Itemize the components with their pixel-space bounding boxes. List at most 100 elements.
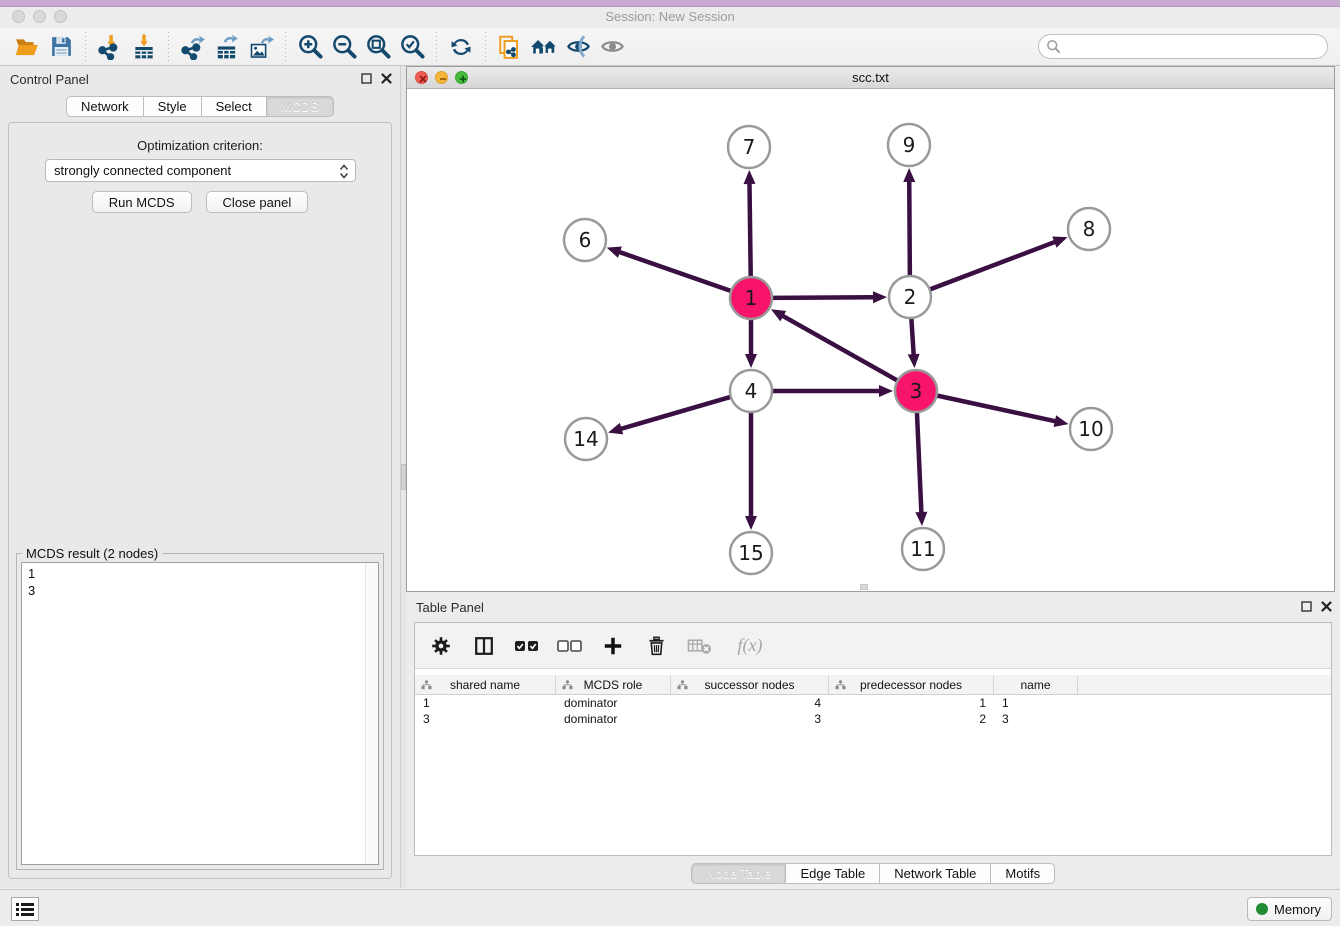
graph-edge-4-3[interactable] xyxy=(771,385,893,397)
select-all-columns-button[interactable] xyxy=(513,631,541,661)
export-image-button[interactable] xyxy=(244,31,278,63)
import-network-button[interactable] xyxy=(93,31,127,63)
cell-predecessor-nodes[interactable]: 2 xyxy=(829,712,994,726)
node-label: 1 xyxy=(745,286,758,310)
graph-node-15[interactable]: 15 xyxy=(730,532,772,574)
show-welcome-button[interactable] xyxy=(527,31,561,63)
export-network-button[interactable] xyxy=(176,31,210,63)
graph-edge-3-10[interactable] xyxy=(936,395,1069,427)
node-label: 4 xyxy=(745,379,758,403)
graph-edge-2-3[interactable] xyxy=(908,317,920,368)
deselect-all-columns-button[interactable] xyxy=(556,631,584,661)
toolbar-separator xyxy=(436,32,437,62)
cell-mcds-role[interactable]: dominator xyxy=(556,712,671,726)
table-settings-button[interactable] xyxy=(427,631,455,661)
float-panel-icon[interactable] xyxy=(361,73,372,84)
delete-table-icon xyxy=(687,636,712,656)
optimization-criterion-select[interactable]: strongly connected component xyxy=(45,159,356,182)
column-header-shared-name[interactable]: shared name xyxy=(415,675,556,694)
zoom-out-button[interactable] xyxy=(327,31,361,63)
edge-arrowhead xyxy=(873,291,887,303)
hierarchy-icon xyxy=(421,680,432,690)
network-canvas[interactable]: 1 2 3 4 6 7 8 9 10 11 14 15 xyxy=(407,89,1334,591)
table-row[interactable]: 1 dominator 4 1 1 xyxy=(415,695,1331,711)
search-input[interactable] xyxy=(1038,34,1328,59)
tab-network-table[interactable]: Network Table xyxy=(879,863,991,884)
delete-column-button[interactable] xyxy=(642,631,670,661)
tab-edge-table[interactable]: Edge Table xyxy=(785,863,880,884)
network-window-titlebar[interactable]: scc.txt xyxy=(407,67,1334,89)
graph-node-11[interactable]: 11 xyxy=(902,528,944,570)
export-table-button[interactable] xyxy=(210,31,244,63)
task-history-button[interactable] xyxy=(11,897,39,921)
column-header-predecessor-nodes[interactable]: predecessor nodes xyxy=(829,675,994,694)
graph-node-10[interactable]: 10 xyxy=(1070,408,1112,450)
hide-graphics-button[interactable] xyxy=(561,31,595,63)
cell-successor-nodes[interactable]: 4 xyxy=(671,696,829,710)
tab-select[interactable]: Select xyxy=(201,96,267,117)
memory-button[interactable]: Memory xyxy=(1247,897,1332,921)
graph-edge-2-9[interactable] xyxy=(903,168,915,277)
zoom-in-button[interactable] xyxy=(293,31,327,63)
graph-edge-1-2[interactable] xyxy=(771,291,887,303)
graph-node-8[interactable]: 8 xyxy=(1068,208,1110,250)
tab-node-table[interactable]: Node Table xyxy=(691,863,787,884)
graph-node-9[interactable]: 9 xyxy=(888,124,930,166)
zoom-fit-button[interactable] xyxy=(361,31,395,63)
graph-node-2[interactable]: 2 xyxy=(889,276,931,318)
column-header-name[interactable]: name xyxy=(994,675,1078,694)
tab-style[interactable]: Style xyxy=(143,96,202,117)
open-session-button[interactable] xyxy=(10,31,44,63)
save-session-button[interactable] xyxy=(44,31,78,63)
tab-motifs[interactable]: Motifs xyxy=(990,863,1055,884)
control-panel: Control Panel Network Style Select MCDS … xyxy=(0,66,400,888)
table-row[interactable]: 3 dominator 3 2 3 xyxy=(415,711,1331,727)
edge-arrowhead xyxy=(908,354,920,368)
cell-name[interactable]: 3 xyxy=(994,712,1078,726)
show-column-panel-button[interactable] xyxy=(470,631,498,661)
graph-node-3[interactable]: 3 xyxy=(895,370,937,412)
run-mcds-button[interactable]: Run MCDS xyxy=(92,191,192,213)
graph-node-14[interactable]: 14 xyxy=(565,418,607,460)
mcds-result-textarea[interactable]: 1 3 xyxy=(21,562,379,865)
float-table-panel-icon[interactable] xyxy=(1301,601,1312,612)
graph-edge-1-6[interactable] xyxy=(607,247,732,292)
import-table-button[interactable] xyxy=(127,31,161,63)
cell-shared-name[interactable]: 1 xyxy=(415,696,556,710)
graph-node-7[interactable]: 7 xyxy=(728,126,770,168)
close-table-panel-icon[interactable] xyxy=(1321,601,1332,612)
result-scrollbar[interactable] xyxy=(365,563,378,864)
tab-mcds[interactable]: MCDS xyxy=(266,96,334,117)
graph-node-1[interactable]: 1 xyxy=(730,277,772,319)
graph-edge-4-14[interactable] xyxy=(608,397,732,435)
cell-name[interactable]: 1 xyxy=(994,696,1078,710)
function-builder-button[interactable]: f(x) xyxy=(728,631,772,661)
graph-node-4[interactable]: 4 xyxy=(730,370,772,412)
cell-predecessor-nodes[interactable]: 1 xyxy=(829,696,994,710)
cell-mcds-role[interactable]: dominator xyxy=(556,696,671,710)
show-graphics-button[interactable] xyxy=(595,31,629,63)
delete-table-button[interactable] xyxy=(685,631,713,661)
edge-arrowhead xyxy=(1054,415,1069,427)
tab-network[interactable]: Network xyxy=(66,96,144,117)
graph-node-6[interactable]: 6 xyxy=(564,219,606,261)
graph-edge-1-4[interactable] xyxy=(745,318,757,368)
close-panel-button[interactable]: Close panel xyxy=(206,191,309,213)
column-header-mcds-role[interactable]: MCDS role xyxy=(556,675,671,694)
network-from-file-button[interactable] xyxy=(493,31,527,63)
cell-shared-name[interactable]: 3 xyxy=(415,712,556,726)
graph-edge-3-1[interactable] xyxy=(771,309,899,381)
cell-successor-nodes[interactable]: 3 xyxy=(671,712,829,726)
zoom-selected-button[interactable] xyxy=(395,31,429,63)
graph-edge-2-8[interactable] xyxy=(929,237,1068,290)
graph-edge-4-15[interactable] xyxy=(745,411,757,530)
graph-edge-1-7[interactable] xyxy=(743,170,755,278)
refresh-button[interactable] xyxy=(444,31,478,63)
network-scroll-knob[interactable] xyxy=(860,584,868,590)
node-label: 15 xyxy=(738,541,763,565)
table-panel: Table Panel xyxy=(406,596,1340,888)
graph-edge-3-11[interactable] xyxy=(915,411,927,526)
close-panel-icon[interactable] xyxy=(381,73,392,84)
column-header-successor-nodes[interactable]: successor nodes xyxy=(671,675,829,694)
create-column-button[interactable] xyxy=(599,631,627,661)
